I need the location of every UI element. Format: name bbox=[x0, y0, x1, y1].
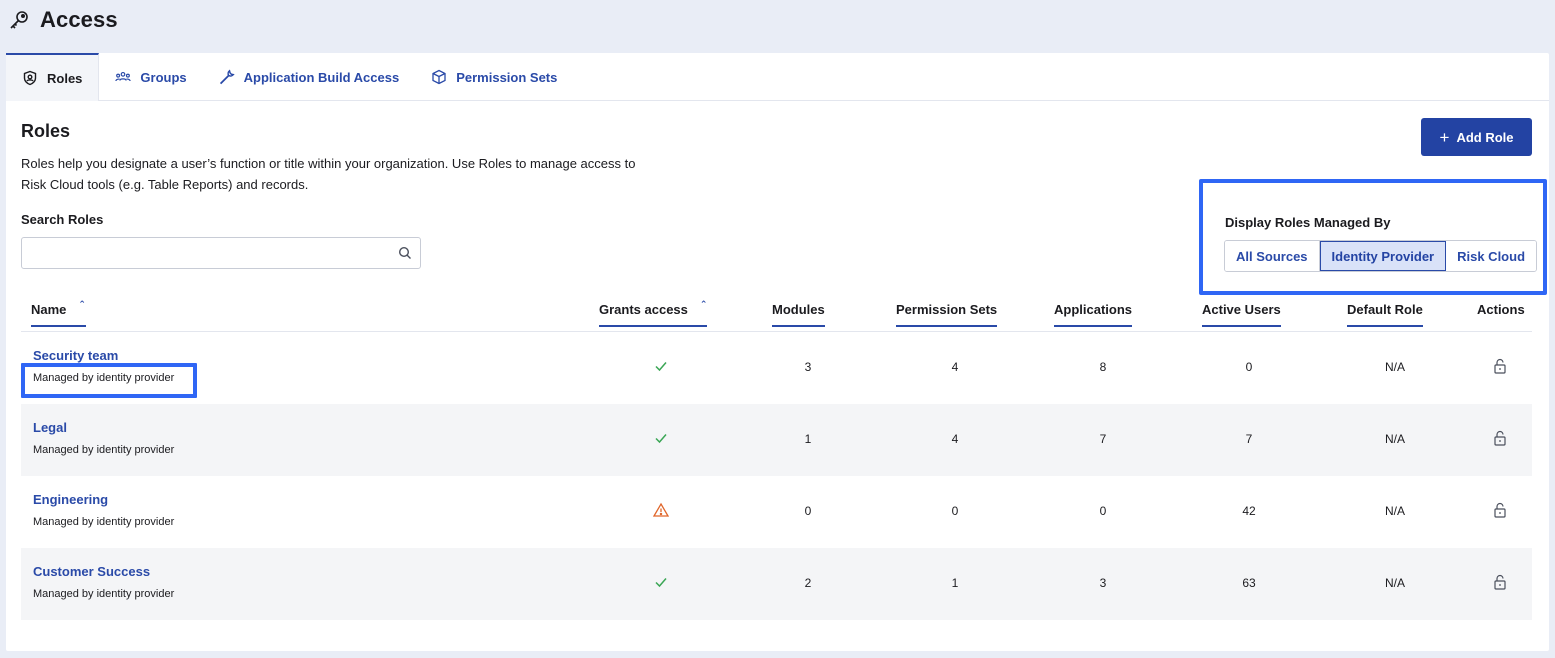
permission-sets-count: 4 bbox=[951, 360, 959, 374]
tab-label: Permission Sets bbox=[456, 69, 558, 85]
warning-icon bbox=[653, 502, 669, 518]
check-icon bbox=[653, 574, 669, 590]
role-name-cell: Customer Success Managed by identity pro… bbox=[33, 564, 174, 600]
applications-count: 0 bbox=[1099, 504, 1107, 518]
search-icon[interactable] bbox=[398, 246, 412, 260]
tab-bar: Roles Groups Application Build Access Pe… bbox=[6, 53, 1549, 101]
key-icon bbox=[8, 9, 30, 31]
column-header-name[interactable]: Name ⌃ bbox=[31, 299, 86, 327]
filter-highlight-box: Display Roles Managed By All Sources Ide… bbox=[1199, 179, 1547, 295]
column-header-default-role[interactable]: Default Role bbox=[1347, 302, 1423, 327]
permission-sets-count: 4 bbox=[951, 432, 959, 446]
section-description: Roles help you designate a user’s functi… bbox=[21, 156, 636, 192]
applications-count: 7 bbox=[1099, 432, 1107, 446]
search-field bbox=[21, 237, 421, 269]
default-role-value: N/A bbox=[1384, 360, 1405, 374]
managed-by-label: Managed by identity provider bbox=[33, 588, 175, 600]
role-name-link[interactable]: Security team bbox=[33, 348, 174, 363]
tab-label: Application Build Access bbox=[243, 69, 400, 85]
tab-roles[interactable]: Roles bbox=[6, 53, 100, 101]
search-label: Search Roles bbox=[21, 212, 104, 227]
permission-sets-count: 1 bbox=[951, 576, 959, 590]
managed-by-segmented-control: All Sources Identity Provider Risk Cloud bbox=[1224, 240, 1538, 272]
applications-count: 3 bbox=[1099, 576, 1107, 590]
role-name-link[interactable]: Legal bbox=[33, 420, 174, 435]
role-name-link[interactable]: Customer Success bbox=[33, 564, 174, 579]
table-row: Engineering Managed by identity provider… bbox=[21, 476, 1532, 548]
sort-icon[interactable]: ⌃ bbox=[700, 299, 708, 310]
table-row: Legal Managed by identity provider 1 4 7… bbox=[21, 404, 1532, 476]
modules-count: 3 bbox=[804, 360, 812, 374]
column-header-modules[interactable]: Modules bbox=[772, 302, 825, 327]
cube-icon bbox=[431, 69, 447, 85]
table-row: Customer Success Managed by identity pro… bbox=[21, 548, 1532, 620]
column-header-actions: Actions bbox=[1477, 302, 1525, 317]
filter-all-sources[interactable]: All Sources bbox=[1225, 241, 1320, 271]
default-role-value: N/A bbox=[1384, 432, 1405, 446]
active-users-count: 7 bbox=[1245, 432, 1253, 446]
filter-risk-cloud[interactable]: Risk Cloud bbox=[1446, 241, 1537, 271]
modules-count: 0 bbox=[804, 504, 812, 518]
role-name-cell: Security team Managed by identity provid… bbox=[33, 348, 174, 384]
tab-permission-sets[interactable]: Permission Sets bbox=[415, 53, 573, 101]
lock-icon[interactable] bbox=[1492, 358, 1508, 374]
default-role-value: N/A bbox=[1384, 504, 1405, 518]
page-title: Access bbox=[40, 7, 118, 32]
shield-user-icon bbox=[22, 70, 38, 86]
role-name-link[interactable]: Engineering bbox=[33, 492, 174, 507]
add-role-label: Add Role bbox=[1456, 129, 1514, 145]
tab-label: Roles bbox=[47, 70, 83, 86]
column-header-permission-sets[interactable]: Permission Sets bbox=[896, 302, 998, 327]
active-users-count: 42 bbox=[1242, 504, 1256, 518]
default-role-value: N/A bbox=[1384, 576, 1405, 590]
tab-label: Groups bbox=[140, 69, 187, 85]
roles-panel: Roles Groups Application Build Access Pe… bbox=[6, 53, 1549, 651]
sort-icon[interactable]: ⌃ bbox=[78, 299, 86, 310]
check-icon bbox=[653, 430, 669, 446]
modules-count: 1 bbox=[804, 432, 812, 446]
table-header: Name ⌃ Grants access ⌃ Modules Permissio… bbox=[21, 289, 1532, 332]
role-name-cell: Legal Managed by identity provider bbox=[33, 420, 174, 456]
wrench-icon bbox=[219, 69, 235, 85]
table-row: Security team Managed by identity provid… bbox=[21, 332, 1532, 404]
roles-table: Name ⌃ Grants access ⌃ Modules Permissio… bbox=[21, 289, 1532, 620]
search-input[interactable] bbox=[22, 238, 382, 268]
add-role-button[interactable]: + Add Role bbox=[1421, 118, 1532, 156]
role-name-cell: Engineering Managed by identity provider bbox=[33, 492, 174, 528]
section-title: Roles bbox=[21, 121, 71, 141]
active-users-count: 63 bbox=[1242, 576, 1256, 590]
page-header: Access bbox=[0, 0, 1555, 40]
tab-groups[interactable]: Groups bbox=[99, 53, 202, 101]
column-header-grants-access[interactable]: Grants access ⌃ bbox=[599, 299, 708, 327]
managed-by-label: Managed by identity provider bbox=[33, 444, 175, 456]
filter-label: Display Roles Managed By bbox=[1225, 215, 1391, 230]
permission-sets-count: 0 bbox=[951, 504, 959, 518]
lock-icon[interactable] bbox=[1492, 574, 1508, 590]
applications-count: 8 bbox=[1099, 360, 1107, 374]
active-users-count: 0 bbox=[1245, 360, 1253, 374]
managed-by-label: Managed by identity provider bbox=[33, 372, 175, 384]
column-header-active-users[interactable]: Active Users bbox=[1202, 302, 1281, 327]
tab-application-build-access[interactable]: Application Build Access bbox=[203, 53, 416, 101]
lock-icon[interactable] bbox=[1492, 502, 1508, 518]
filter-identity-provider[interactable]: Identity Provider bbox=[1319, 241, 1447, 271]
column-header-applications[interactable]: Applications bbox=[1054, 302, 1133, 327]
check-icon bbox=[653, 358, 669, 374]
users-group-icon bbox=[115, 69, 132, 85]
plus-icon: + bbox=[1439, 127, 1450, 147]
managed-by-label: Managed by identity provider bbox=[33, 516, 175, 528]
modules-count: 2 bbox=[804, 576, 812, 590]
lock-icon[interactable] bbox=[1492, 430, 1508, 446]
